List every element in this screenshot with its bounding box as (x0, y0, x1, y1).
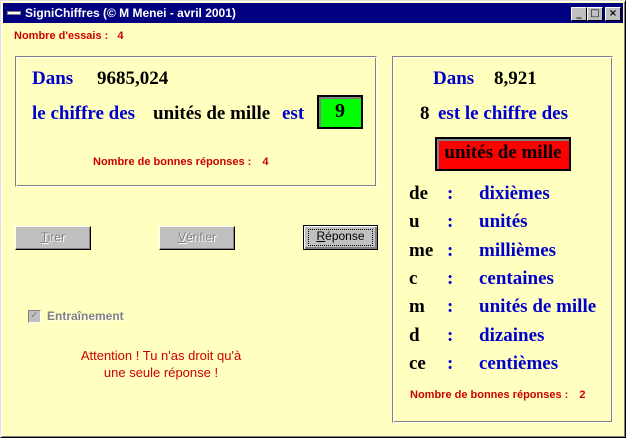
verifier-button[interactable]: Vérifier (159, 226, 235, 250)
answer-input[interactable]: 9 (317, 95, 363, 129)
warning-message: Attention ! Tu n'as droit qu'à une seule… (61, 347, 261, 381)
code-name: unités (479, 211, 528, 232)
code-abbr: c (409, 268, 418, 289)
verifier-label: Vérifier (177, 230, 217, 244)
code-abbr: d (409, 325, 420, 346)
minimize-button[interactable]: _ (571, 7, 587, 21)
right-answer-box: unités de mille (435, 137, 571, 171)
left-dans-label: Dans (32, 68, 74, 89)
right-good-answers: Nombre de bonnes réponses : 2 (410, 389, 586, 401)
code-abbr: u (409, 211, 420, 232)
system-menu-icon[interactable] (7, 11, 21, 15)
maximize-button[interactable]: □ (587, 7, 603, 21)
code-abbr: me (409, 240, 434, 261)
left-good-answers-value: 4 (262, 156, 269, 168)
tirer-label: Tirer (40, 230, 66, 244)
code-colon: : (447, 211, 454, 232)
warning-line-1: Attention ! Tu n'as droit qu'à (80, 348, 242, 363)
tirer-button[interactable]: Tirer (15, 226, 91, 250)
window-title: SigniChiffres (© M Menei - avril 2001) (25, 6, 236, 20)
close-icon: × (608, 8, 618, 19)
left-number: 9685,024 (97, 68, 169, 89)
code-colon: : (447, 183, 454, 204)
code-colon: : (447, 268, 454, 289)
minimize-icon: _ (576, 8, 582, 19)
right-good-answers-label: Nombre de bonnes réponses : (410, 389, 569, 401)
reponse-button[interactable]: Réponse (303, 225, 378, 250)
code-colon: : (447, 240, 454, 261)
right-dans-label: Dans (433, 68, 475, 89)
code-name: millièmes (479, 240, 557, 261)
right-digit: 8 (420, 103, 430, 124)
code-abbr: de (409, 183, 428, 204)
phrase-start: le chiffre des (32, 103, 136, 124)
right-number: 8,921 (494, 68, 537, 89)
warning-line-2: une seule réponse ! (103, 365, 219, 380)
left-good-answers-label: Nombre de bonnes réponses : (93, 156, 252, 168)
training-label[interactable]: Entraînement (47, 309, 124, 323)
essais-label: Nombre d'essais : (14, 30, 109, 42)
phrase-end: est (282, 103, 305, 124)
essais-counter: Nombre d'essais : 4 (14, 30, 124, 42)
checkmark-icon: ✓ (30, 310, 39, 321)
code-abbr: ce (409, 353, 426, 374)
title-bar[interactable]: SigniChiffres (© M Menei - avril 2001) _… (3, 3, 623, 23)
code-name: dizaines (479, 325, 545, 346)
code-colon: : (447, 296, 454, 317)
code-name: unités de mille (479, 296, 597, 317)
code-name: centaines (479, 268, 554, 289)
code-name: centièmes (479, 353, 559, 374)
training-checkbox[interactable]: ✓ (28, 310, 41, 323)
left-good-answers: Nombre de bonnes réponses : 4 (93, 156, 269, 168)
target-position: unités de mille (153, 103, 271, 124)
code-name: dixièmes (479, 183, 550, 204)
reponse-label: Réponse (316, 229, 365, 243)
close-button[interactable]: × (605, 7, 621, 21)
right-good-answers-value: 2 (579, 389, 586, 401)
code-colon: : (447, 325, 454, 346)
essais-value: 4 (117, 30, 124, 42)
right-phrase: est le chiffre des (438, 103, 568, 124)
maximize-icon: □ (590, 8, 600, 19)
app-window: SigniChiffres (© M Menei - avril 2001) _… (0, 0, 626, 438)
code-colon: : (447, 353, 454, 374)
code-abbr: m (409, 296, 425, 317)
